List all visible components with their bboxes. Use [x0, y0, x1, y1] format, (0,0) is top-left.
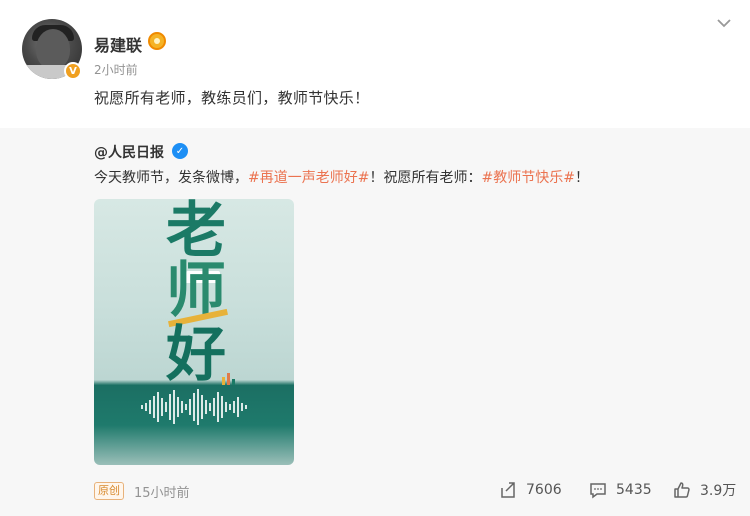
soundwave-bar: [217, 392, 219, 422]
soundwave-bar: [149, 400, 151, 414]
poster-image[interactable]: 老 师 好: [94, 199, 294, 465]
soundwave-bar: [185, 404, 187, 410]
share-count: 7606: [526, 482, 562, 498]
soundwave-bar: [245, 405, 247, 409]
repost-time[interactable]: 15小时前: [134, 482, 190, 501]
verified-icon: ✓: [172, 143, 188, 159]
soundwave-bar: [221, 396, 223, 418]
repost-author[interactable]: @人民日报: [94, 142, 164, 162]
comment-icon: [590, 483, 606, 499]
post-header: V 易建联 2小时前 祝愿所有老师，教练员们，教师节快乐！: [0, 0, 750, 128]
soundwave-bar: [141, 405, 143, 409]
poster-char: 老: [166, 199, 226, 266]
soundwave-bar: [225, 402, 227, 412]
soundwave-bar: [233, 401, 235, 413]
like-icon: [674, 482, 690, 498]
soundwave-bar: [165, 402, 167, 412]
avatar-face: [36, 29, 70, 69]
soundwave-bar: [241, 403, 243, 411]
soundwave-bar: [153, 396, 155, 418]
soundwave-bar: [201, 395, 203, 419]
like-count: 3.9万: [700, 483, 737, 499]
soundwave-bar: [181, 401, 183, 413]
soundwave-bar: [177, 397, 179, 417]
hashtag-link[interactable]: #教师节快乐#: [481, 170, 574, 186]
hashtag-link[interactable]: #再道一声老师好#: [248, 170, 369, 186]
medal-icon: [148, 32, 166, 50]
share-icon: [501, 482, 515, 498]
repost-text-end: ！: [574, 170, 589, 186]
repost-text-mid: ！祝愿所有老师：: [369, 170, 482, 186]
soundwave-bar: [229, 404, 231, 410]
repost-text-pre: 今天教师节，发条微博，: [94, 170, 248, 186]
post-text: 祝愿所有老师，教练员们，教师节快乐！: [94, 89, 370, 107]
chevron-down-icon[interactable]: [715, 14, 733, 32]
bar-graphic-icon: [222, 371, 236, 385]
verified-badge: V: [64, 62, 82, 80]
soundwave-bar: [173, 390, 175, 424]
repost-text: 今天教师节，发条微博，#再道一声老师好#！祝愿所有老师：#教师节快乐#！: [94, 167, 589, 187]
soundwave-bar: [157, 392, 159, 422]
soundwave-bar: [161, 398, 163, 416]
soundwave-bar: [145, 403, 147, 411]
post-footer: 原创 15小时前 7606 5435 3.9万: [0, 472, 750, 508]
soundwave-graphic: [94, 387, 294, 427]
soundwave-bar: [237, 397, 239, 417]
soundwave-bar: [209, 403, 211, 411]
soundwave-bar: [213, 398, 215, 416]
comment-count: 5435: [616, 482, 652, 498]
comment-button[interactable]: 5435: [588, 480, 652, 500]
repost-card: @人民日报 ✓ 今天教师节，发条微博，#再道一声老师好#！祝愿所有老师：#教师节…: [0, 128, 750, 516]
post-time[interactable]: 2小时前: [94, 61, 138, 78]
soundwave-bar: [205, 400, 207, 414]
author-name[interactable]: 易建联: [94, 32, 142, 56]
soundwave-bar: [169, 394, 171, 420]
soundwave-bar: [189, 399, 191, 415]
soundwave-bar: [193, 393, 195, 421]
like-button[interactable]: 3.9万: [672, 480, 736, 500]
original-badge: 原创: [94, 482, 124, 500]
share-button[interactable]: 7606: [498, 480, 562, 500]
soundwave-bar: [197, 389, 199, 425]
